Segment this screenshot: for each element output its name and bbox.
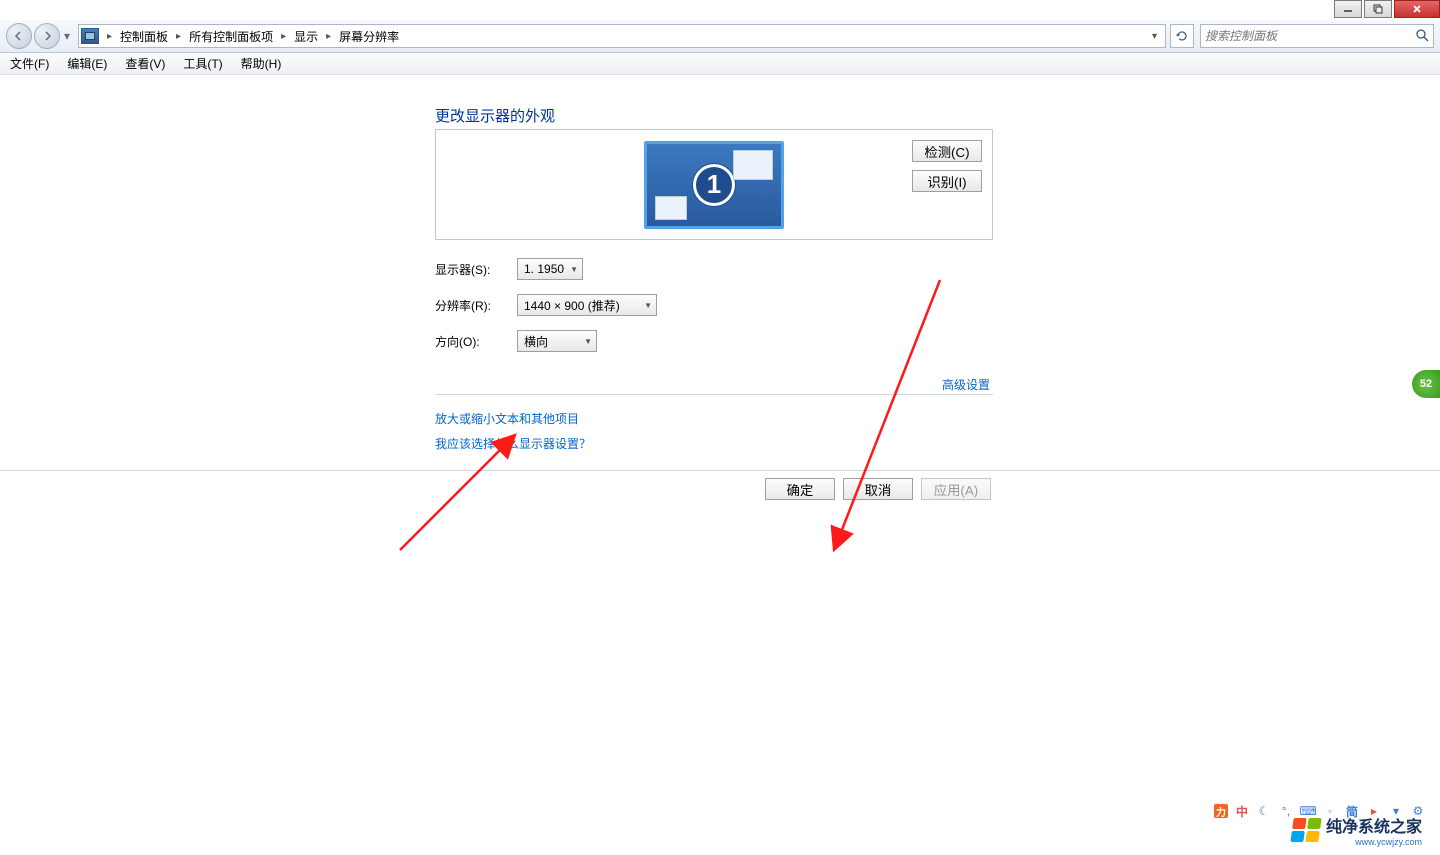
monitor-preview[interactable]: 1 xyxy=(644,141,784,229)
menu-view[interactable]: 查看(V) xyxy=(123,53,167,74)
side-badge[interactable]: 52 xyxy=(1412,370,1440,398)
orientation-value: 横向 xyxy=(524,333,548,350)
breadcrumb-item[interactable]: 屏幕分辨率 xyxy=(337,26,401,47)
watermark-url: www.ycwjzy.com xyxy=(1326,837,1422,847)
breadcrumb-item[interactable]: 所有控制面板项 xyxy=(187,26,275,47)
display-dropdown[interactable]: 1. 1950 ▼ xyxy=(517,258,583,280)
chevron-down-icon: ▼ xyxy=(570,265,578,274)
detect-button[interactable]: 检测(C) xyxy=(912,140,982,162)
breadcrumb-item[interactable]: 控制面板 xyxy=(118,26,170,47)
settings-form: 显示器(S): 1. 1950 ▼ 分辨率(R): 1440 × 900 (推荐… xyxy=(435,258,657,352)
display-preview-box: 1 检测(C) 识别(I) xyxy=(435,129,993,240)
orientation-dropdown[interactable]: 横向 ▼ xyxy=(517,330,597,352)
cancel-button[interactable]: 取消 xyxy=(843,478,913,500)
tray-moon-icon[interactable]: ☾ xyxy=(1256,803,1272,819)
resolution-value: 1440 × 900 (推荐) xyxy=(524,297,620,314)
menu-edit[interactable]: 编辑(E) xyxy=(65,53,109,74)
back-button[interactable] xyxy=(6,23,32,49)
breadcrumb-dropdown-icon[interactable]: ▾ xyxy=(1146,31,1163,42)
dialog-buttons: 确定 取消 应用(A) xyxy=(765,478,991,500)
search-box[interactable] xyxy=(1200,24,1434,48)
window-controls xyxy=(1334,0,1440,20)
display-value: 1. 1950 xyxy=(524,262,564,276)
advanced-settings-link[interactable]: 高级设置 xyxy=(942,376,990,393)
menu-tools[interactable]: 工具(T) xyxy=(181,53,224,74)
chevron-right-icon: ▸ xyxy=(320,31,337,42)
nav-history-dropdown[interactable]: ▾ xyxy=(62,23,72,49)
forward-button[interactable] xyxy=(34,23,60,49)
chevron-right-icon: ▸ xyxy=(170,31,187,42)
resolution-dropdown[interactable]: 1440 × 900 (推荐) ▼ xyxy=(517,294,657,316)
breadcrumb-item[interactable]: 显示 xyxy=(292,26,320,47)
breadcrumb-bar[interactable]: ▸ 控制面板 ▸ 所有控制面板项 ▸ 显示 ▸ 屏幕分辨率 ▾ xyxy=(78,24,1166,48)
watermark: 纯净系统之家 www.ycwjzy.com xyxy=(1292,813,1422,847)
page-heading: 更改显示器的外观 xyxy=(435,105,555,126)
apply-button: 应用(A) xyxy=(921,478,991,500)
divider xyxy=(435,394,993,395)
minimize-button[interactable] xyxy=(1334,0,1362,18)
chevron-down-icon: ▼ xyxy=(584,337,592,346)
refresh-button[interactable] xyxy=(1170,24,1194,48)
content-area: 更改显示器的外观 1 检测(C) 识别(I) 显示器(S): 1. 1950 ▼… xyxy=(0,80,1440,855)
chevron-right-icon: ▸ xyxy=(275,31,292,42)
annotation-arrows xyxy=(0,160,1440,760)
menu-help[interactable]: 帮助(H) xyxy=(239,53,284,74)
menu-file[interactable]: 文件(F) xyxy=(8,53,51,74)
close-button[interactable] xyxy=(1394,0,1440,18)
watermark-title: 纯净系统之家 xyxy=(1326,813,1422,837)
divider xyxy=(0,470,1440,471)
tray-icon[interactable]: 力 xyxy=(1214,804,1228,818)
text-size-link[interactable]: 放大或缩小文本和其他项目 xyxy=(435,410,579,427)
identify-button[interactable]: 识别(I) xyxy=(912,170,982,192)
display-label: 显示器(S): xyxy=(435,261,517,278)
ok-button[interactable]: 确定 xyxy=(765,478,835,500)
chevron-down-icon: ▼ xyxy=(644,301,652,310)
watermark-logo-icon xyxy=(1290,818,1321,842)
monitor-number-badge: 1 xyxy=(693,164,735,206)
maximize-button[interactable] xyxy=(1364,0,1392,18)
menu-bar: 文件(F) 编辑(E) 查看(V) 工具(T) 帮助(H) xyxy=(0,53,1440,75)
control-panel-icon xyxy=(81,28,99,44)
which-settings-link[interactable]: 我应该选择什么显示器设置？ xyxy=(435,435,591,452)
preview-window-icon xyxy=(655,196,687,220)
preview-window-icon xyxy=(733,150,773,180)
ime-language-icon[interactable]: 中 xyxy=(1234,803,1250,819)
orientation-label: 方向(O): xyxy=(435,333,517,350)
chevron-right-icon: ▸ xyxy=(101,31,118,42)
search-input[interactable] xyxy=(1205,29,1415,43)
search-icon[interactable] xyxy=(1415,28,1429,45)
navigation-bar: ▾ ▸ 控制面板 ▸ 所有控制面板项 ▸ 显示 ▸ 屏幕分辨率 ▾ xyxy=(0,20,1440,53)
resolution-label: 分辨率(R): xyxy=(435,297,517,314)
